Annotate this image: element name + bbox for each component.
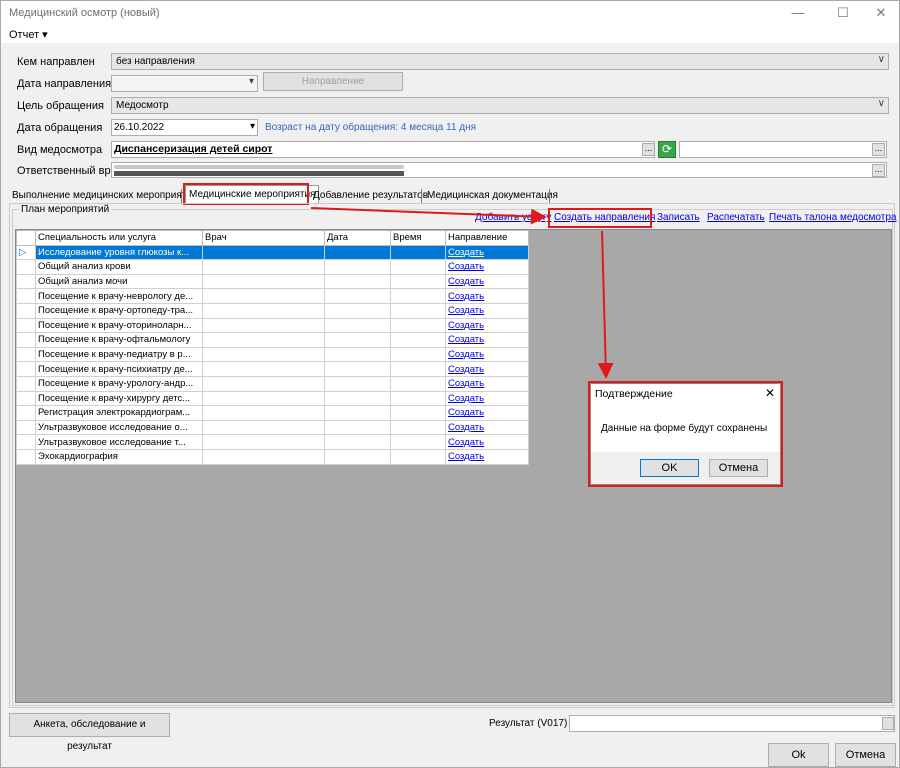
arrow-create-to-dialog bbox=[597, 230, 614, 379]
main-window: Медицинский осмотр (новый) — ☐ ✕ Отчет ▾… bbox=[0, 0, 900, 768]
arrow-tab-to-create bbox=[310, 207, 547, 225]
annotation-arrows bbox=[310, 207, 614, 379]
